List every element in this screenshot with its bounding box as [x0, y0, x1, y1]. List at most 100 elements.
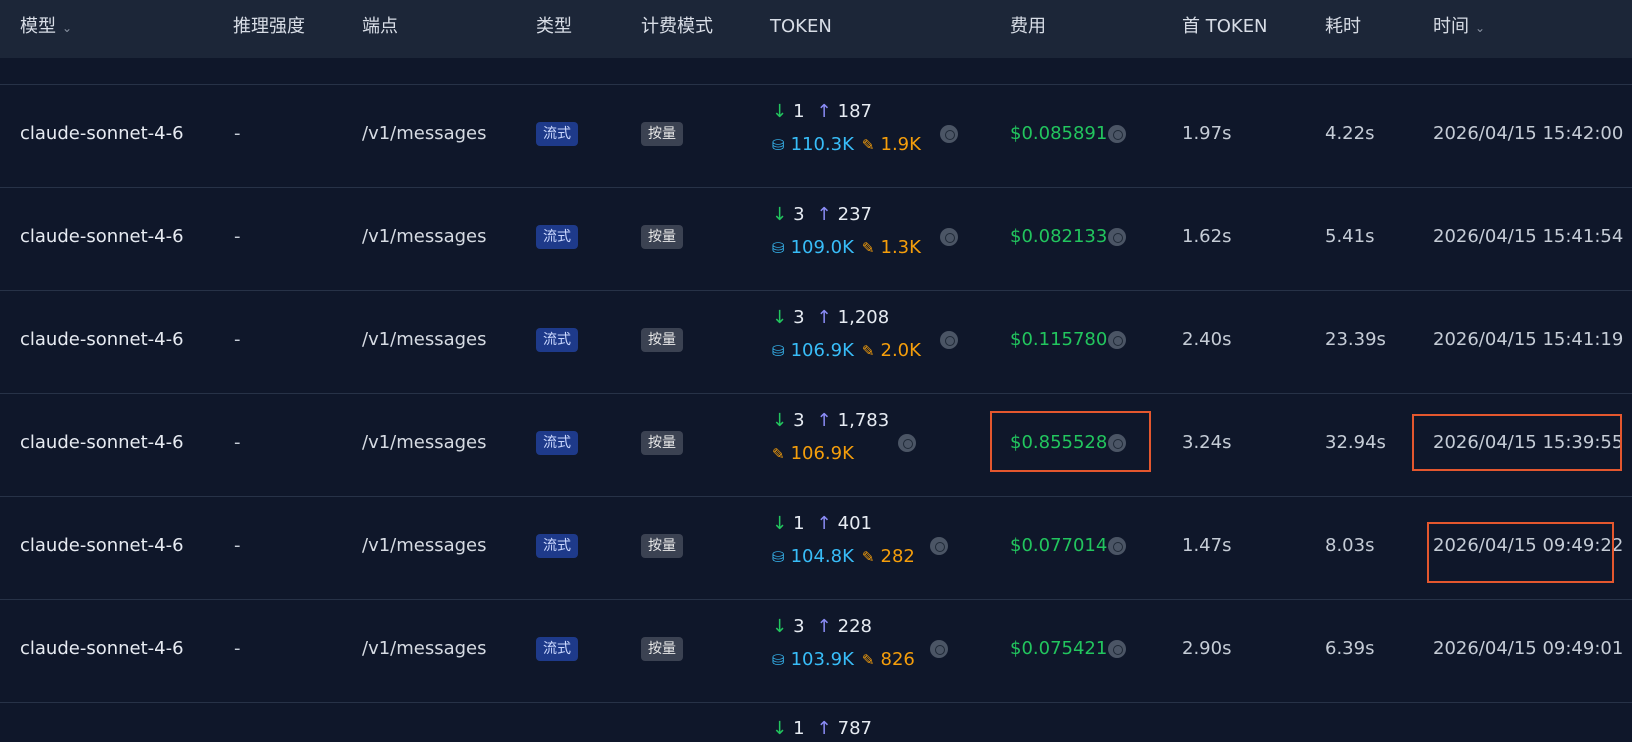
model-name: claude-sonnet-4-6 [20, 226, 184, 247]
chevron-down-icon[interactable]: ⌄ [62, 21, 72, 35]
input-tokens: 3 [793, 410, 805, 431]
type-badge: 流式 [536, 122, 578, 146]
endpoint-value: /v1/messages [362, 226, 487, 247]
edit-icon: ✎ [861, 239, 875, 257]
arrow-down-icon: ↓ [772, 204, 788, 225]
billing-badge: 按量 [641, 534, 683, 558]
endpoint-value: /v1/messages [362, 432, 487, 453]
duration-value: 23.39s [1325, 329, 1386, 350]
edit-icon: ✎ [861, 136, 875, 154]
type-badge: 流式 [536, 637, 578, 661]
arrow-down-icon: ↓ [772, 718, 788, 739]
duration-value: 5.41s [1325, 226, 1375, 247]
output-tokens: 1,208 [837, 307, 890, 328]
cost-value: $0.085891 [1010, 123, 1108, 144]
duration-value: 8.03s [1325, 535, 1375, 556]
input-tokens: 3 [793, 307, 805, 328]
reasoning-value: - [234, 123, 241, 144]
header-token: TOKEN [770, 16, 832, 37]
highlight-box [1412, 414, 1622, 471]
cache-write: 1.9K [880, 134, 921, 155]
model-name: claude-sonnet-4-6 [20, 638, 184, 659]
token-info-icon[interactable] [930, 640, 948, 658]
token-cache: ✎ 106.9K [772, 440, 854, 468]
token-io: ↓ 3 ↑ 228 [772, 613, 872, 641]
cache-read: 104.8K [790, 546, 854, 567]
header-model-label: 模型 [20, 16, 56, 37]
input-tokens: 1 [793, 718, 805, 739]
billing-badge: 按量 [641, 225, 683, 249]
cost-info-icon[interactable] [1108, 640, 1126, 658]
cache-read: 110.3K [790, 134, 854, 155]
header-time[interactable]: 时间 ⌄ [1433, 0, 1485, 54]
cache-write: 1.3K [880, 237, 921, 258]
token-io: ↓ 1 ↑ 787 [772, 715, 872, 742]
billing-badge: 按量 [641, 431, 683, 455]
cost-info-icon[interactable] [1108, 537, 1126, 555]
output-tokens: 401 [837, 513, 872, 534]
output-tokens: 187 [837, 101, 872, 122]
table-row[interactable]: claude-sonnet-4-6 - /v1/messages 流式 按量 ↓… [0, 599, 1632, 699]
endpoint-value: /v1/messages [362, 123, 487, 144]
token-io: ↓ 3 ↑ 1,783 [772, 407, 889, 435]
highlight-box [1427, 522, 1614, 583]
table-row-partial[interactable]: ↓ 1 ↑ 787 [0, 703, 1632, 742]
cost-info-icon[interactable] [1108, 331, 1126, 349]
cache-write: 2.0K [880, 340, 921, 361]
header-billing: 计费模式 [641, 16, 713, 37]
table-row[interactable]: claude-sonnet-4-6 - /v1/messages 流式 按量 ↓… [0, 84, 1632, 184]
edit-icon: ✎ [861, 342, 875, 360]
endpoint-value: /v1/messages [362, 329, 487, 350]
reasoning-value: - [234, 535, 241, 556]
duration-value: 6.39s [1325, 638, 1375, 659]
token-info-icon[interactable] [940, 125, 958, 143]
cache-write: 282 [880, 546, 915, 567]
cache-icon: ⛁ [772, 651, 785, 669]
time-value: 2026/04/15 15:41:19 [1433, 329, 1624, 350]
ttft-value: 1.47s [1182, 535, 1232, 556]
table-row[interactable]: claude-sonnet-4-6 - /v1/messages 流式 按量 ↓… [0, 187, 1632, 287]
cache-read: 109.0K [790, 237, 854, 258]
cache-icon: ⛁ [772, 548, 785, 566]
cache-icon: ⛁ [772, 136, 785, 154]
header-time-label: 时间 [1433, 16, 1469, 37]
edit-icon: ✎ [861, 651, 875, 669]
arrow-down-icon: ↓ [772, 513, 788, 534]
cache-write: 826 [880, 649, 915, 670]
token-info-icon[interactable] [898, 434, 916, 452]
cache-read: 106.9K [790, 340, 854, 361]
edit-icon: ✎ [772, 445, 785, 463]
type-badge: 流式 [536, 534, 578, 558]
cache-read: 103.9K [790, 649, 854, 670]
token-info-icon[interactable] [940, 331, 958, 349]
endpoint-value: /v1/messages [362, 535, 487, 556]
billing-badge: 按量 [641, 122, 683, 146]
header-model[interactable]: 模型 ⌄ [20, 0, 72, 54]
table-row[interactable]: claude-sonnet-4-6 - /v1/messages 流式 按量 ↓… [0, 393, 1632, 493]
cost-info-icon[interactable] [1108, 228, 1126, 246]
arrow-down-icon: ↓ [772, 307, 788, 328]
table-row[interactable]: claude-sonnet-4-6 - /v1/messages 流式 按量 ↓… [0, 496, 1632, 596]
token-io: ↓ 1 ↑ 401 [772, 510, 872, 538]
model-name: claude-sonnet-4-6 [20, 535, 184, 556]
table-row[interactable]: claude-sonnet-4-6 - /v1/messages 流式 按量 ↓… [0, 290, 1632, 390]
edit-icon: ✎ [861, 548, 875, 566]
chevron-down-icon[interactable]: ⌄ [1475, 21, 1485, 35]
arrow-up-icon: ↑ [816, 307, 832, 328]
input-tokens: 1 [793, 101, 805, 122]
token-info-icon[interactable] [940, 228, 958, 246]
header-duration: 耗时 [1325, 16, 1361, 37]
token-cache: ⛁ 104.8K ✎ 282 [772, 543, 915, 571]
ttft-value: 3.24s [1182, 432, 1232, 453]
header-reasoning: 推理强度 [233, 16, 305, 37]
arrow-down-icon: ↓ [772, 410, 788, 431]
token-info-icon[interactable] [930, 537, 948, 555]
billing-badge: 按量 [641, 328, 683, 352]
reasoning-value: - [234, 329, 241, 350]
cache-icon: ⛁ [772, 342, 785, 360]
cache-write: 106.9K [790, 443, 854, 464]
token-cache: ⛁ 110.3K ✎ 1.9K [772, 131, 921, 159]
cost-info-icon[interactable] [1108, 125, 1126, 143]
ttft-value: 2.90s [1182, 638, 1232, 659]
output-tokens: 237 [837, 204, 872, 225]
